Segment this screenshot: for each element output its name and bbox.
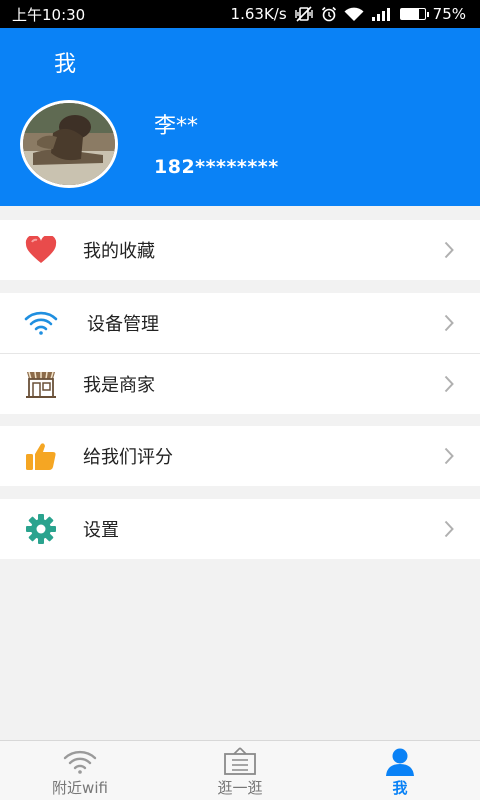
status-bar: 上午10:30 1.63K/s 75%	[0, 0, 480, 28]
wifi-icon	[24, 306, 58, 340]
status-indicators: 1.63K/s 75%	[231, 5, 466, 23]
storefront-icon	[24, 367, 58, 401]
signboard-icon	[223, 747, 257, 777]
gear-icon	[24, 512, 58, 546]
battery-percent: 75%	[432, 5, 466, 23]
cell-signal-icon	[371, 7, 391, 21]
merchant-label: 我是商家	[83, 375, 155, 396]
avatar-photo	[23, 103, 115, 185]
person-icon	[384, 747, 416, 777]
settings-row[interactable]: 设置	[0, 499, 480, 559]
chevron-right-icon	[444, 314, 454, 332]
device-management-row[interactable]: 设备管理	[0, 293, 480, 353]
phone-number: 182********	[154, 156, 279, 178]
wifi-icon	[63, 747, 97, 777]
rate-us-label: 给我们评分	[83, 447, 173, 468]
bottom-nav: 附近wifi 逛一逛 我	[0, 740, 480, 800]
nav-tab-browse[interactable]: 逛一逛	[160, 741, 320, 800]
favorites-row[interactable]: 我的收藏	[0, 220, 480, 280]
menu-group-favorites: 我的收藏	[0, 220, 480, 280]
nav-label-browse: 逛一逛	[217, 779, 263, 797]
device-management-label: 设备管理	[87, 314, 159, 335]
network-speed: 1.63K/s	[230, 5, 287, 23]
status-time: 上午10:30	[12, 5, 86, 24]
menu-group-device: 设备管理 我是商家	[0, 293, 480, 414]
chevron-right-icon	[444, 520, 454, 538]
nav-tab-nearby-wifi[interactable]: 附近wifi	[0, 741, 160, 800]
username: 李**	[154, 114, 199, 139]
nav-label-nearby-wifi: 附近wifi	[52, 779, 108, 797]
avatar[interactable]	[20, 100, 118, 188]
alarm-icon	[321, 6, 337, 22]
rate-us-row[interactable]: 给我们评分	[0, 426, 480, 486]
profile-header: 我 李** 182********	[0, 28, 480, 206]
chevron-right-icon	[444, 447, 454, 465]
wifi-signal-icon	[344, 7, 364, 22]
merchant-row[interactable]: 我是商家	[0, 353, 480, 414]
thumbs-up-icon	[24, 439, 58, 473]
nav-tab-me[interactable]: 我	[320, 741, 480, 800]
menu-group-settings: 设置	[0, 499, 480, 559]
chevron-right-icon	[444, 375, 454, 393]
settings-label: 设置	[83, 520, 119, 541]
battery-icon	[399, 8, 429, 20]
chevron-right-icon	[444, 241, 454, 259]
menu-group-rate: 给我们评分	[0, 426, 480, 486]
nav-label-me: 我	[392, 779, 408, 797]
favorites-label: 我的收藏	[83, 241, 155, 262]
vibrate-off-icon	[294, 6, 314, 22]
heart-icon	[24, 233, 58, 267]
page-title: 我	[54, 52, 77, 77]
